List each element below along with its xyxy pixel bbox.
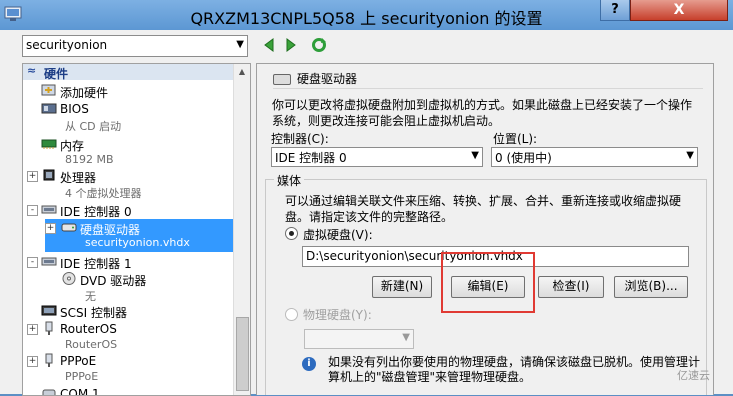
tree-item-sub: 4 个虚拟处理器 [65,187,142,200]
expand-icon[interactable]: + [45,223,56,234]
tree-item-label: RouterOS [60,322,117,336]
processor-icon [43,169,55,181]
watermark: 亿速云 [677,369,710,382]
chevron-down-icon: ▼ [686,150,694,161]
ide-controller-icon [41,257,57,266]
title-divider [273,88,703,89]
collapse-icon[interactable]: - [27,205,38,216]
tree-item-label: 添加硬件 [60,86,109,100]
hardware-section-header[interactable]: ≈ 硬件 [23,64,233,81]
network-adapter-icon [45,353,53,367]
location-select[interactable]: 0 (使用中) ▼ [491,147,698,167]
collapse-icon[interactable]: - [27,257,38,268]
physical-disk-label: 物理硬盘(Y): [303,308,372,322]
tree-item-sub: 8192 MB [65,153,114,166]
chevron-down-icon: ▼ [471,150,479,161]
radio-dot [289,231,294,236]
controller-label: 控制器(C): [271,132,329,146]
help-button[interactable]: ? [600,0,630,21]
hardware-tree: ≈ 硬件 添加硬件 BIOS 从 CD 启动 内存 8192 MB + 处理器 … [22,63,251,396]
controller-select[interactable]: IDE 控制器 0 ▼ [271,147,483,167]
edit-button-highlight [441,252,535,313]
collapse-chevron-icon: ≈ [27,64,37,77]
dvd-drive-icon [62,272,76,285]
tree-scrollbar[interactable]: ▲ [233,64,250,395]
expand-icon[interactable]: + [27,171,38,182]
media-group-title: 媒体 [274,172,305,189]
controller-select-value: IDE 控制器 0 [275,151,347,165]
panel-title-text: 硬盘驱动器 [297,72,358,86]
hard-drive-icon [273,74,291,85]
add-hardware-icon [41,84,56,96]
vm-select[interactable]: securityonion ▼ [22,35,248,57]
settings-window: QRXZM13CNPL5Q58 上 securityonion 的设置 ? X … [0,0,733,396]
tree-item-label: IDE 控制器 0 [60,205,132,219]
vm-select-value: securityonion [26,38,108,52]
virtual-disk-label: 虚拟硬盘(V): [303,228,373,242]
tree-item-sub: RouterOS [65,338,118,351]
tree-item-sub: securityonion.vhdx [85,236,190,249]
tree-item-label: 内存 [60,139,85,153]
info-icon: i [302,357,316,371]
expand-icon[interactable]: + [27,356,38,367]
tree-item-label: BIOS [60,102,89,116]
new-button[interactable]: 新建(N) [372,276,432,298]
media-description: 可以通过编辑关联文件来压缩、转换、扩展、合并、重新连接或收缩虚拟硬盘。请指定该文… [285,194,682,224]
bios-icon [41,103,57,114]
tree-item-label: PPPoE [60,354,97,368]
scrollbar-thumb[interactable] [236,317,249,391]
tree-item-sub: 无 [85,290,96,303]
inspect-button[interactable]: 检查(I) [538,276,604,298]
location-select-value: 0 (使用中) [495,151,552,165]
physical-disk-select[interactable]: ▼ [304,329,414,349]
tree-item-label: IDE 控制器 1 [60,257,132,271]
close-button[interactable]: X [630,0,728,21]
chevron-down-icon: ▼ [236,39,244,50]
back-arrow-icon[interactable] [262,37,276,53]
physical-disk-radio[interactable] [285,308,298,321]
memory-icon [41,139,57,149]
virtual-disk-radio[interactable] [285,227,298,240]
tree-item-label: COM 1 [60,387,100,396]
ide-controller-icon [41,205,57,214]
hard-drive-icon [61,223,77,232]
chevron-down-icon: ▼ [402,332,410,343]
physical-disk-info: 如果没有列出你要使用的物理硬盘，请确保该磁盘已脱机。使用管理计算机上的"磁盘管理… [328,355,701,384]
tree-item-sub: 从 CD 启动 [65,120,122,133]
expand-icon[interactable]: + [27,324,38,335]
com-port-icon [42,389,56,395]
scsi-controller-icon [41,305,57,316]
panel-description: 你可以更改将虚拟硬盘附加到虚拟机的方式。如果此磁盘上已经安装了一个操作系统，则更… [272,98,693,128]
window-scrollbar[interactable] [717,30,733,394]
tree-item-label: 处理器 [60,171,97,185]
browse-button[interactable]: 浏览(B)... [614,276,688,298]
location-label: 位置(L): [493,132,538,146]
tree-item-label: SCSI 控制器 [60,306,127,320]
forward-arrow-icon[interactable] [284,37,298,53]
tree-item-label: DVD 驱动器 [80,274,147,288]
tree-item-sub: PPPoE [65,370,99,383]
hardware-section-label: 硬件 [44,67,69,81]
network-adapter-icon [45,321,53,335]
panel-title: 硬盘驱动器 [273,70,357,87]
scroll-up-icon[interactable]: ▲ [234,64,250,80]
refresh-icon[interactable] [311,37,327,53]
title-bar: QRXZM13CNPL5Q58 上 securityonion 的设置 ? X [0,0,733,30]
